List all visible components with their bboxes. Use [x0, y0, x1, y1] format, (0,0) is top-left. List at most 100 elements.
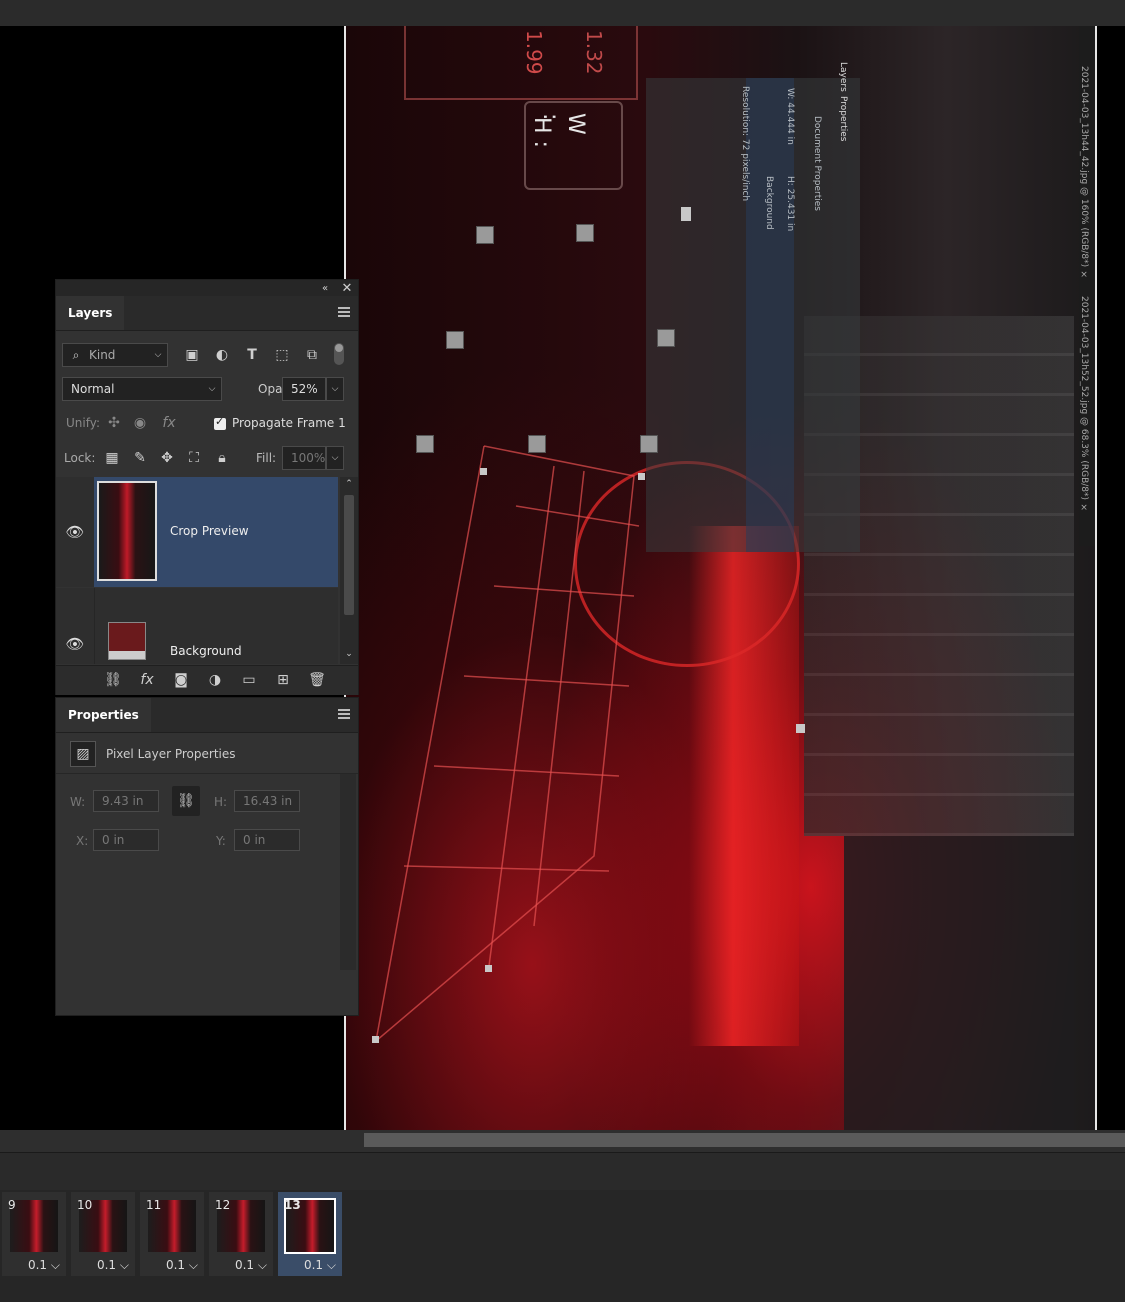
tab-properties[interactable]: Properties — [56, 698, 151, 732]
trash-icon[interactable]: 🗑︎ — [306, 671, 328, 689]
x-label: X: — [76, 834, 89, 848]
transform-handle[interactable] — [640, 435, 658, 453]
warp-point[interactable] — [638, 473, 645, 480]
properties-panel: Properties ▨ Pixel Layer Properties W: 9… — [55, 697, 359, 1016]
canvas-horizontal-scrollbar[interactable] — [0, 1130, 1125, 1152]
warp-point[interactable] — [681, 207, 691, 221]
fill-field[interactable]: 100% — [282, 446, 326, 470]
type-filter-icon[interactable]: T — [242, 345, 262, 365]
unify-position-icon[interactable]: ✣ — [104, 414, 124, 432]
height-field[interactable]: 16.43 in — [234, 790, 300, 812]
brush-lock-icon[interactable]: ✎ — [130, 448, 150, 468]
x-field[interactable]: 0 in — [93, 829, 159, 851]
scroll-up-icon[interactable]: ⌃ — [344, 479, 354, 489]
document-canvas[interactable]: 1.99 1.32 W : H : Resolution: 72 pixels/… — [344, 26, 1097, 1130]
frame-number: 13 — [284, 1198, 301, 1212]
fx-icon[interactable]: fx — [136, 671, 158, 689]
transform-handle[interactable] — [416, 435, 434, 453]
fill-dropdown[interactable]: ⌵ — [326, 446, 344, 470]
link-icon[interactable]: ⛓︎ — [102, 671, 124, 689]
tab-layers[interactable]: Layers — [56, 296, 125, 330]
frame-duration[interactable]: 0.1 ⌵ — [97, 1258, 129, 1273]
chevron-down-icon: ⌵ — [154, 350, 162, 360]
collapse-icon[interactable]: « — [318, 281, 332, 295]
h-label: H: — [214, 795, 228, 809]
layers-scrollbar[interactable]: ⌃ ⌄ — [340, 477, 358, 664]
timeline-frame-selected[interactable]: 13 0.1 ⌵ — [278, 1192, 342, 1276]
timeline-toolbar — [0, 1152, 1125, 1191]
adjustment-filter-icon[interactable]: ◐ — [212, 345, 232, 365]
unify-visibility-icon[interactable]: ◉ — [130, 414, 150, 432]
layer-thumbnail — [97, 481, 157, 581]
blend-mode-select[interactable]: Normal ⌵ — [62, 377, 222, 401]
mask-icon[interactable]: ◙ — [170, 671, 192, 689]
transform-handle[interactable] — [576, 224, 594, 242]
lock-all-icon[interactable]: 🔒︎ — [212, 448, 232, 468]
layer-row-background[interactable]: 👁︎ Background — [56, 588, 338, 664]
new-layer-icon[interactable]: ⊞ — [272, 671, 294, 689]
layers-tabbar: Layers — [56, 296, 358, 331]
timeline-frame[interactable]: 10 0.1 ⌵ — [71, 1192, 135, 1276]
warp-point[interactable] — [372, 1036, 379, 1043]
frame-duration[interactable]: 0.1 ⌵ — [235, 1258, 267, 1273]
transform-handle[interactable] — [476, 226, 494, 244]
chevron-down-icon: ⌵ — [119, 1258, 129, 1272]
chevron-down-icon: ⌵ — [208, 384, 216, 394]
eye-icon[interactable]: 👁︎ — [64, 522, 86, 542]
properties-scrollbar[interactable] — [340, 774, 356, 970]
frame-number: 10 — [77, 1198, 93, 1212]
transform-handle[interactable] — [446, 331, 464, 349]
frame-duration[interactable]: 0.1 ⌵ — [166, 1258, 198, 1273]
transform-handle[interactable] — [657, 329, 675, 347]
chevron-down-icon: ⌵ — [188, 1258, 198, 1272]
move-lock-icon[interactable]: ✥ — [157, 448, 177, 468]
frame-number: 12 — [215, 1198, 231, 1212]
timeline-panel: 9 0.1 ⌵ 10 0.1 ⌵ 11 0.1 ⌵ 12 0.1 ⌵ 13 0.… — [0, 1190, 1125, 1302]
artboard-lock-icon[interactable]: ⛶ — [184, 448, 204, 468]
frame-number: 9 — [8, 1198, 16, 1212]
warp-point[interactable] — [796, 724, 805, 733]
propagate-label: Propagate Frame 1 — [232, 416, 346, 430]
timeline-frame[interactable]: 12 0.1 ⌵ — [209, 1192, 273, 1276]
y-field[interactable]: 0 in — [234, 829, 300, 851]
lock-pixels-icon[interactable]: ▦ — [102, 448, 122, 468]
layer-row-crop-preview[interactable]: 👁︎ Crop Preview — [56, 477, 338, 587]
filter-toggle-icon[interactable] — [332, 340, 346, 368]
layer-name: Background — [170, 644, 242, 658]
scroll-thumb[interactable] — [344, 495, 354, 615]
document-edge-right — [1095, 26, 1097, 1130]
panel-menu-icon[interactable] — [338, 307, 350, 317]
frame-duration[interactable]: 0.1 ⌵ — [304, 1258, 336, 1273]
scroll-thumb[interactable] — [364, 1133, 1125, 1147]
checkmark-icon: ✓ — [215, 415, 225, 428]
unify-style-icon[interactable]: fx — [158, 414, 180, 432]
kind-label: Kind — [89, 348, 116, 362]
properties-title: Pixel Layer Properties — [106, 747, 236, 761]
new-fill-layer-icon[interactable]: ◑ — [204, 671, 226, 689]
scroll-down-icon[interactable]: ⌄ — [344, 649, 354, 659]
folder-icon[interactable]: ▭ — [238, 671, 260, 689]
warp-point[interactable] — [485, 965, 492, 972]
frame-duration[interactable]: 0.1 ⌵ — [28, 1258, 60, 1273]
width-field[interactable]: 9.43 in — [93, 790, 159, 812]
propagate-checkbox[interactable]: ✓ — [214, 415, 226, 430]
blend-mode-value: Normal — [71, 382, 115, 396]
close-icon[interactable]: ✕ — [340, 281, 354, 296]
kind-filter-select[interactable]: ⌕ Kind ⌵ — [62, 343, 168, 367]
timeline-frame[interactable]: 11 0.1 ⌵ — [140, 1192, 204, 1276]
transform-handle[interactable] — [528, 435, 546, 453]
smart-object-filter-icon[interactable]: ⧉ — [302, 345, 322, 365]
frame-thumbnail — [10, 1200, 58, 1252]
timeline-frame[interactable]: 9 0.1 ⌵ — [2, 1192, 66, 1276]
chain-link-icon[interactable]: ⛓︎ — [172, 786, 200, 816]
opacity-dropdown[interactable]: ⌵ — [326, 377, 344, 401]
layers-panel: « ✕ Layers ⌕ Kind ⌵ ▣ ◐ T ⬚ ⧉ Normal ⌵ O… — [55, 279, 359, 695]
shape-filter-icon[interactable]: ⬚ — [272, 345, 292, 365]
opacity-field[interactable]: 52% — [282, 377, 326, 401]
properties-tabbar: Properties — [56, 698, 358, 733]
eye-icon[interactable]: 👁︎ — [64, 634, 86, 654]
image-filter-icon[interactable]: ▣ — [182, 345, 202, 365]
warp-grid — [375, 445, 640, 1042]
panel-menu-icon[interactable] — [338, 709, 350, 719]
warp-point[interactable] — [480, 468, 487, 475]
